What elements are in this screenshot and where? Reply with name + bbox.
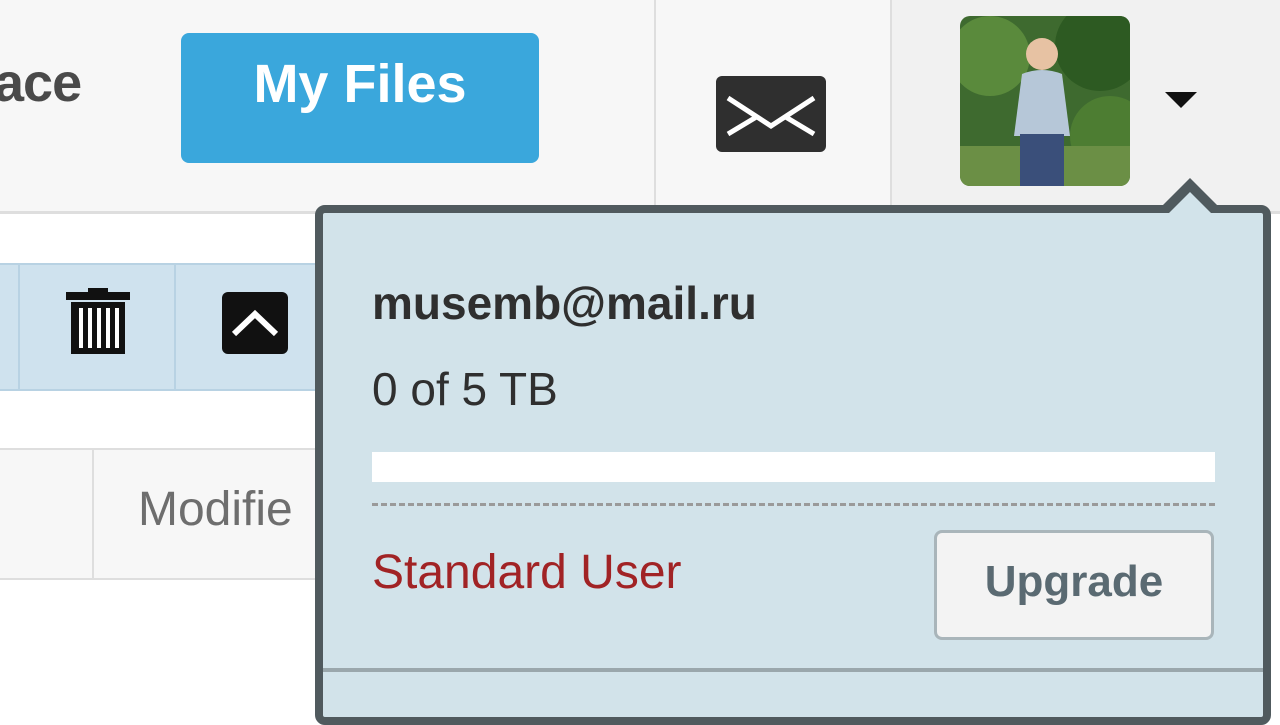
chevron-up-icon[interactable]	[222, 292, 288, 354]
storage-progress-bar	[372, 452, 1215, 482]
plan-label: Standard User	[372, 546, 682, 599]
workspace-label[interactable]: ace	[0, 52, 82, 114]
chevron-down-icon[interactable]	[1165, 92, 1197, 108]
divider	[372, 503, 1215, 506]
my-files-button[interactable]: My Files	[181, 33, 539, 163]
header-divider	[654, 0, 656, 211]
column-divider	[92, 448, 94, 580]
storage-usage-text: 0 of 5 TB	[372, 363, 558, 415]
avatar[interactable]	[960, 16, 1130, 186]
modified-column-header[interactable]: Modifie	[138, 482, 293, 537]
trash-icon[interactable]	[66, 288, 130, 359]
mail-icon[interactable]	[716, 76, 826, 152]
account-email: musemb@mail.ru	[372, 277, 757, 329]
header-divider	[890, 0, 892, 211]
upgrade-button[interactable]: Upgrade	[934, 530, 1214, 640]
divider	[323, 668, 1263, 672]
